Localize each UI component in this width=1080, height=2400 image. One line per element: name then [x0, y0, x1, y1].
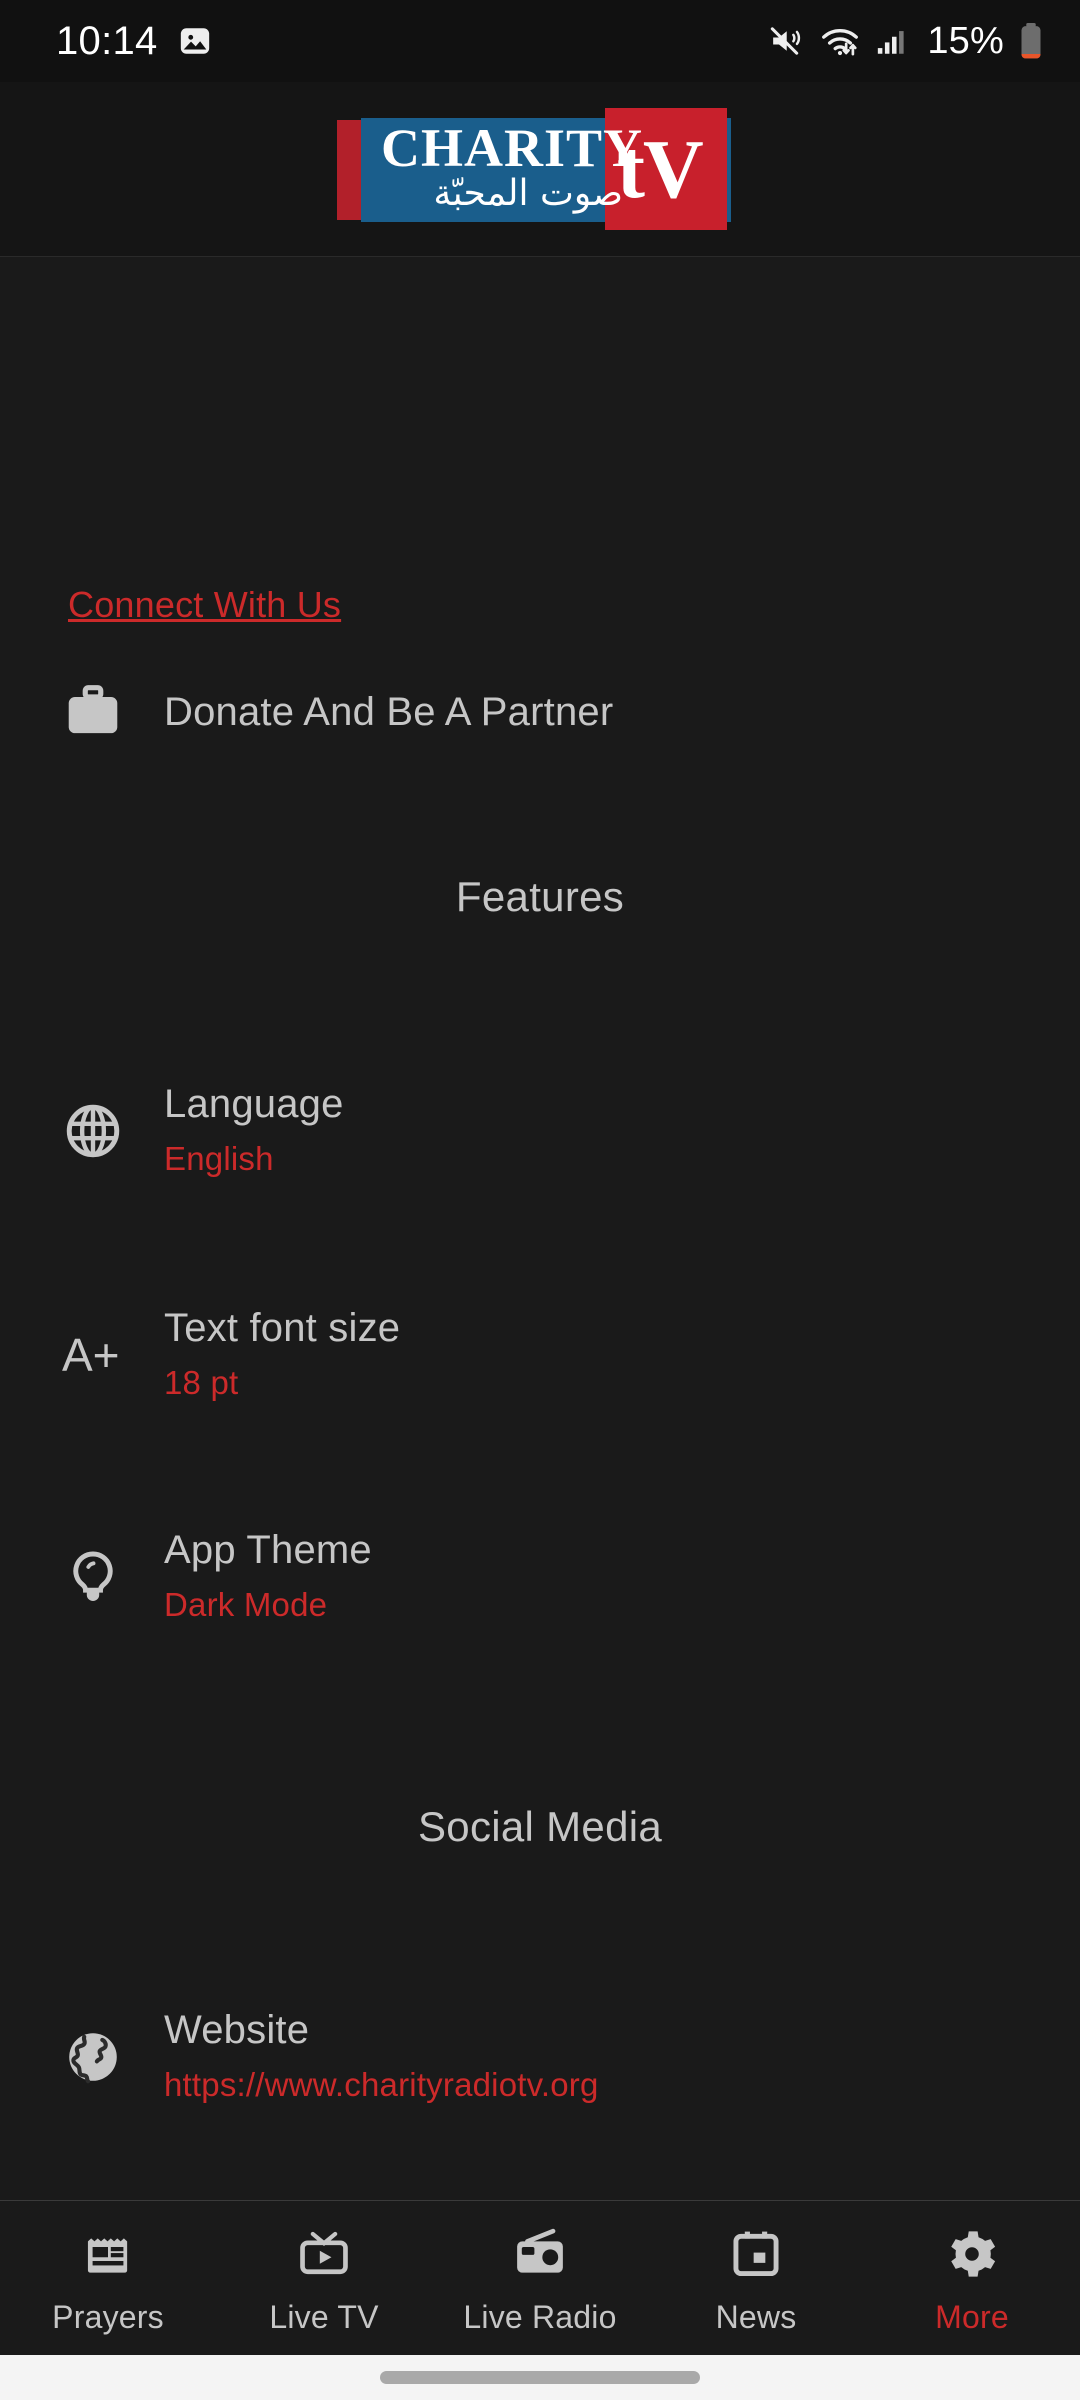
app-screen: 10:14 15% CHARITY صوت المحبّة tV Connect… — [0, 0, 1080, 2400]
row-language-text: Language English — [164, 1079, 344, 1183]
row-website-title: Website — [164, 2008, 310, 2052]
system-gesture-bar — [0, 2355, 1080, 2400]
connect-with-us-link[interactable]: Connect With Us — [68, 584, 341, 626]
row-website[interactable]: Website https://www.charityradiotv.org — [0, 2005, 1080, 2109]
donate-row-title: Donate And Be A Partner — [164, 690, 614, 734]
nav-item-live-radio-label: Live Radio — [463, 2299, 617, 2335]
article-icon — [80, 2226, 136, 2287]
nav-item-more-label: More — [935, 2299, 1009, 2335]
globe-grid-icon — [62, 1100, 146, 1162]
row-app-theme-title: App Theme — [164, 1528, 372, 1572]
donate-row-text: Donate And Be A Partner — [164, 687, 613, 737]
row-language-value: English — [164, 1140, 274, 1177]
tv-play-icon — [296, 2226, 352, 2287]
donate-row[interactable]: Donate And Be A Partner — [0, 681, 1080, 743]
briefcase-icon — [62, 681, 146, 743]
nav-item-news[interactable]: News — [648, 2201, 864, 2355]
row-text-font-size-title: Text font size — [164, 1306, 401, 1350]
settings-content: Connect With Us Donate And Be A Partner … — [0, 257, 1080, 2200]
font-size-icon-glyph: A+ — [62, 1329, 120, 1381]
clock: 10:14 — [56, 18, 158, 63]
mute-vibrate-icon — [769, 24, 805, 58]
lightbulb-icon — [62, 1546, 146, 1608]
section-heading-features: Features — [455, 873, 625, 920]
logo-arabic-text: صوت المحبّة — [433, 173, 623, 214]
cellular-signal-icon — [875, 24, 909, 58]
logo-tv-text: tV — [617, 123, 704, 216]
app-logo: CHARITY صوت المحبّة tV — [325, 108, 755, 230]
earth-icon — [62, 2026, 146, 2088]
row-language[interactable]: Language English — [0, 1079, 1080, 1183]
bottom-navigation-bar: Prayers Live TV Live Radio News More — [0, 2200, 1080, 2355]
nav-item-prayers-label: Prayers — [52, 2299, 164, 2335]
app-header: CHARITY صوت المحبّة tV — [0, 82, 1080, 257]
nav-item-prayers[interactable]: Prayers — [0, 2201, 216, 2355]
row-website-value: https://www.charityradiotv.org — [164, 2066, 599, 2103]
row-language-title: Language — [164, 1082, 344, 1126]
row-app-theme-text: App Theme Dark Mode — [164, 1525, 372, 1629]
radio-icon — [512, 2226, 568, 2287]
home-indicator[interactable] — [380, 2371, 700, 2384]
row-text-font-size-text: Text font size 18 pt — [164, 1303, 400, 1407]
row-app-theme[interactable]: App Theme Dark Mode — [0, 1525, 1080, 1629]
row-text-font-size-value: 18 pt — [164, 1364, 239, 1401]
status-bar: 10:14 15% — [0, 0, 1080, 82]
row-text-font-size[interactable]: A+ Text font size 18 pt — [0, 1303, 1080, 1407]
logo-red-bar — [337, 120, 361, 220]
row-website-text: Website https://www.charityradiotv.org — [164, 2005, 599, 2109]
battery-percent-label: 15% — [927, 19, 1004, 62]
nav-item-live-tv[interactable]: Live TV — [216, 2201, 432, 2355]
image-icon — [178, 24, 212, 58]
font-size-icon: A+ — [62, 1332, 146, 1378]
gear-icon — [944, 2226, 1000, 2287]
status-bar-right: 15% — [769, 20, 1044, 63]
nav-item-news-label: News — [715, 2299, 797, 2335]
wifi-icon — [819, 24, 861, 58]
nav-item-live-tv-label: Live TV — [269, 2299, 379, 2335]
logo-charity-text: CHARITY — [381, 118, 644, 178]
row-app-theme-value: Dark Mode — [164, 1586, 328, 1623]
status-bar-left: 10:14 — [56, 19, 212, 64]
calendar-icon — [728, 2226, 784, 2287]
battery-low-icon — [1018, 22, 1044, 60]
nav-item-more[interactable]: More — [864, 2201, 1080, 2355]
nav-item-live-radio[interactable]: Live Radio — [432, 2201, 648, 2355]
section-heading-social-media: Social Media — [417, 1803, 663, 1850]
